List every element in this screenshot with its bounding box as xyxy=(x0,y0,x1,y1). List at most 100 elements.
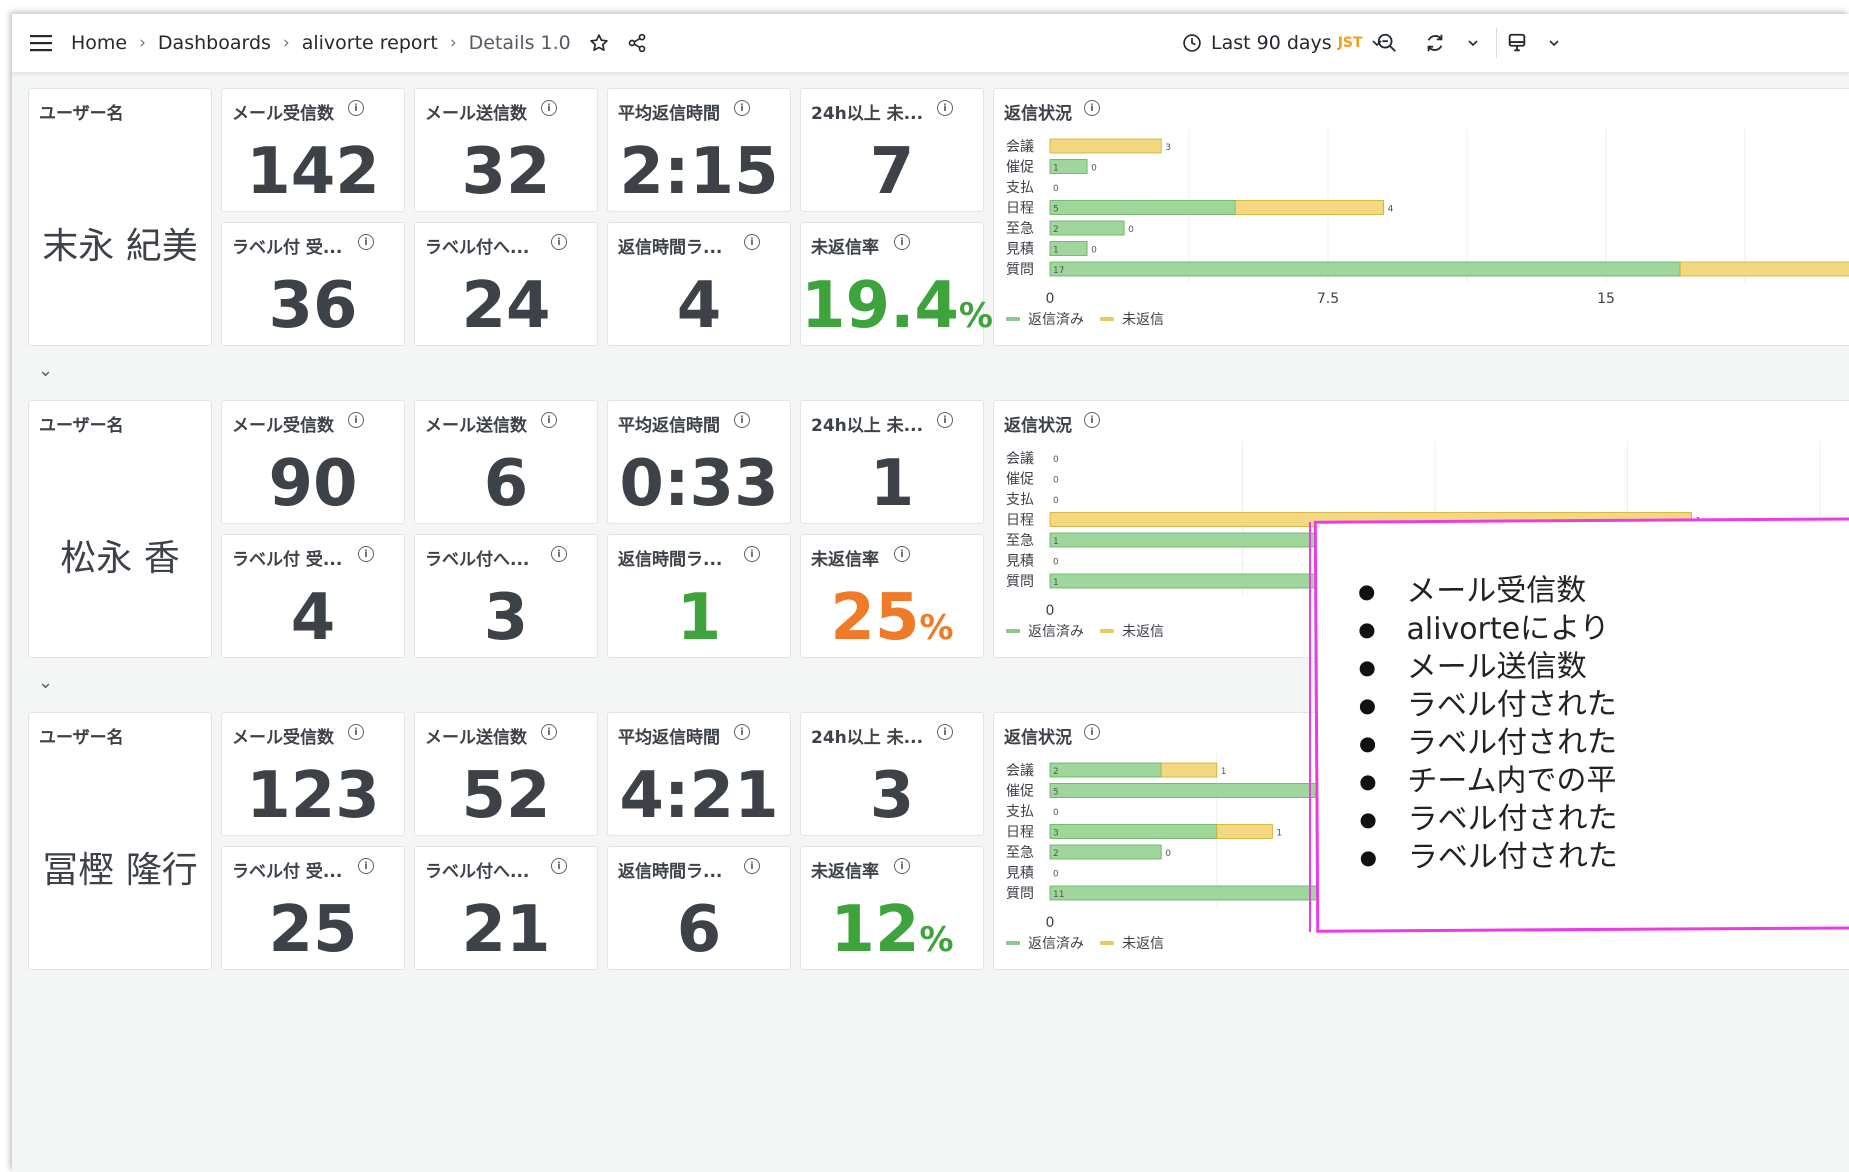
toolbar-divider xyxy=(1496,28,1497,58)
info-icon[interactable]: i xyxy=(894,858,910,874)
tooltip-item-text: ラベル付された xyxy=(1406,686,1617,724)
info-icon[interactable]: i xyxy=(937,100,953,116)
reply-status-chart-panel[interactable]: 返信状況i会議03催促10支払0日程54至急20見積10質問17507.5152… xyxy=(993,88,1849,346)
bullet-dot xyxy=(1360,736,1376,752)
category-label: 質問 xyxy=(1006,886,1034,902)
breadcrumb-folder[interactable]: alivorte report xyxy=(302,32,438,54)
stat-panel-avg-reply[interactable]: 平均返信時間 i 4:21 xyxy=(607,712,791,836)
info-icon[interactable]: i xyxy=(734,100,750,116)
bar-value-label: 5 xyxy=(1053,788,1059,798)
zoom-out-button[interactable] xyxy=(1376,14,1398,72)
panel-title: 平均返信時間 xyxy=(618,416,720,436)
info-icon[interactable]: i xyxy=(1084,100,1100,116)
info-icon[interactable]: i xyxy=(551,546,567,562)
stat-panel-reply-rank[interactable]: 返信時間ラ... i 6 xyxy=(607,846,791,970)
stat-panel-labeled-sent[interactable]: ラベル付へ... i 3 xyxy=(414,534,598,658)
user-name: 松永 香 xyxy=(60,538,180,579)
stat-panel-labeled-sent[interactable]: ラベル付へ... i 21 xyxy=(414,846,598,970)
info-icon[interactable]: i xyxy=(734,724,750,740)
info-icon[interactable]: i xyxy=(894,546,910,562)
timezone-label: JST xyxy=(1337,35,1363,51)
time-range-picker[interactable]: Last 90 days JST xyxy=(1182,14,1383,72)
row-collapse-chevron-icon[interactable]: ⌄ xyxy=(38,672,53,693)
info-icon[interactable]: i xyxy=(1084,724,1100,740)
tooltip-item-text: ラベル付された xyxy=(1407,724,1618,762)
stat-panel-mail-sent[interactable]: メール送信数 i 52 xyxy=(414,712,598,836)
stat-panel-unreplied-rate[interactable]: 未返信率 i 25% xyxy=(800,534,984,658)
stat-panel-over24h[interactable]: 24h以上 未... i 7 xyxy=(800,88,984,212)
info-icon[interactable]: i xyxy=(744,546,760,562)
stat-panel-over24h[interactable]: 24h以上 未... i 3 xyxy=(800,712,984,836)
stat-panel-reply-rank[interactable]: 返信時間ラ... i 1 xyxy=(607,534,791,658)
tooltip-list-item: ラベル付された xyxy=(1360,838,1618,878)
info-icon[interactable]: i xyxy=(358,234,374,250)
panel-title: メール送信数 xyxy=(425,416,527,436)
panel-title: ユーザー名 xyxy=(39,416,124,436)
info-icon[interactable]: i xyxy=(348,100,364,116)
bar-value-label: 5 xyxy=(1053,205,1059,215)
info-icon[interactable]: i xyxy=(541,724,557,740)
info-icon[interactable]: i xyxy=(541,100,557,116)
stat-value: 6 xyxy=(608,895,790,965)
info-icon[interactable]: i xyxy=(551,234,567,250)
stat-panel-unreplied-rate[interactable]: 未返信率 i 19.4% xyxy=(800,222,993,346)
info-icon[interactable]: i xyxy=(551,858,567,874)
panel-title: ラベル付 受... xyxy=(232,862,343,882)
menu-button[interactable] xyxy=(30,14,52,72)
info-icon[interactable]: i xyxy=(358,858,374,874)
info-icon[interactable]: i xyxy=(541,412,557,428)
view-mode-dropdown[interactable] xyxy=(1548,14,1560,72)
stat-number: 12 xyxy=(830,893,920,967)
bar-replied xyxy=(1049,844,1162,860)
chart-legend: 返信済み 未返信 xyxy=(1006,309,1164,329)
stat-panel-avg-reply[interactable]: 平均返信時間 i 0:33 xyxy=(607,400,791,524)
stat-panel-avg-reply[interactable]: 平均返信時間 i 2:15 xyxy=(607,88,791,212)
stat-panel-mail-received[interactable]: メール受信数 i 123 xyxy=(221,712,405,836)
stat-number: 2:15 xyxy=(619,135,779,209)
star-icon[interactable] xyxy=(589,33,609,53)
bar-value-label: 1 xyxy=(1053,578,1059,588)
info-icon[interactable]: i xyxy=(937,724,953,740)
row-collapse-chevron-icon[interactable]: ⌄ xyxy=(38,360,53,381)
info-icon[interactable]: i xyxy=(894,234,910,250)
legend-label-unreplied: 未返信 xyxy=(1122,312,1164,328)
stat-panel-mail-received[interactable]: メール受信数 i 90 xyxy=(221,400,405,524)
bullet-dot xyxy=(1359,698,1375,714)
stat-value: 4 xyxy=(222,583,404,653)
stat-panel-labeled-received[interactable]: ラベル付 受... i 4 xyxy=(221,534,405,658)
breadcrumb-home[interactable]: Home xyxy=(71,32,127,54)
panel-title: 返信状況 xyxy=(1004,728,1072,748)
bullet-dot xyxy=(1359,660,1375,676)
info-icon[interactable]: i xyxy=(348,724,364,740)
info-icon[interactable]: i xyxy=(1084,412,1100,428)
share-icon[interactable] xyxy=(627,33,647,53)
tooltip-list-item: ラベル付された xyxy=(1360,724,1617,764)
category-label: 至急 xyxy=(1006,221,1034,237)
refresh-icon xyxy=(1424,32,1446,54)
stat-panel-mail-sent[interactable]: メール送信数 i 6 xyxy=(414,400,598,524)
stat-value: 7 xyxy=(801,137,983,207)
category-label: 日程 xyxy=(1006,201,1034,217)
stat-panel-labeled-received[interactable]: ラベル付 受... i 25 xyxy=(221,846,405,970)
stat-number: 21 xyxy=(461,893,551,967)
stat-panel-labeled-sent[interactable]: ラベル付へ... i 24 xyxy=(414,222,598,346)
stat-panel-unreplied-rate[interactable]: 未返信率 i 12% xyxy=(800,846,984,970)
breadcrumb-dashboards[interactable]: Dashboards xyxy=(158,32,271,54)
info-icon[interactable]: i xyxy=(358,546,374,562)
info-icon[interactable]: i xyxy=(744,234,760,250)
stat-panel-over24h[interactable]: 24h以上 未... i 1 xyxy=(800,400,984,524)
info-icon[interactable]: i xyxy=(734,412,750,428)
stat-panel-reply-rank[interactable]: 返信時間ラ... i 4 xyxy=(607,222,791,346)
info-icon[interactable]: i xyxy=(937,412,953,428)
stat-panel-labeled-received[interactable]: ラベル付 受... i 36 xyxy=(221,222,405,346)
tv-mode-button[interactable] xyxy=(1506,14,1528,72)
info-icon[interactable]: i xyxy=(744,858,760,874)
refresh-interval-dropdown[interactable] xyxy=(1467,14,1479,72)
info-icon[interactable]: i xyxy=(348,412,364,428)
refresh-button[interactable] xyxy=(1424,14,1446,72)
category-label: 会議 xyxy=(1006,450,1034,467)
panel-title: 24h以上 未... xyxy=(811,104,924,124)
stat-value: 6 xyxy=(415,449,597,519)
stat-panel-mail-sent[interactable]: メール送信数 i 32 xyxy=(414,88,598,212)
stat-panel-mail-received[interactable]: メール受信数 i 142 xyxy=(221,88,405,212)
